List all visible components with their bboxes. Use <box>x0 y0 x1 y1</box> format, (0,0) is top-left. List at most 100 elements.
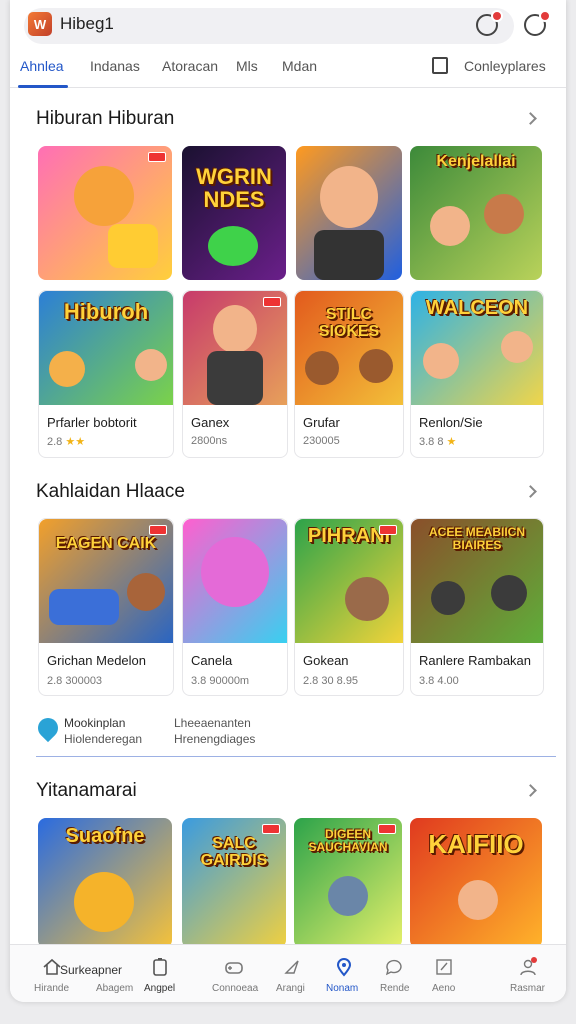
game-card[interactable]: Ganex 2800ns <box>182 290 288 458</box>
game-name: Canela <box>191 653 233 668</box>
chevron-right-icon[interactable] <box>524 784 537 797</box>
game-card[interactable]: Hiburoh Prfarler bobtorit 2.8 ★★ <box>38 290 174 458</box>
game-thumbnail: STILC SIOKES <box>295 291 403 405</box>
game-card[interactable]: WALCEON Renlon/Sie 3.8 8 ★ <box>410 290 544 458</box>
game-rating: 2.8 ★★ <box>47 436 86 448</box>
calendar-icon[interactable] <box>432 57 448 74</box>
game-banner: SALC GAIRDIS <box>200 835 268 869</box>
game-badge <box>262 824 280 834</box>
chevron-right-icon[interactable] <box>524 112 537 125</box>
nav-label: Abagem <box>96 983 134 994</box>
game-thumbnail <box>183 291 287 405</box>
tab-ahnlea[interactable]: Ahnlea <box>20 58 64 74</box>
game-tile[interactable]: SALC GAIRDIS <box>182 818 286 948</box>
game-thumbnail: WALCEON <box>411 291 543 405</box>
refresh-icon[interactable] <box>476 10 503 36</box>
game-art <box>314 230 384 280</box>
game-art <box>430 206 470 246</box>
game-art <box>305 351 339 385</box>
game-rating: 3.8 90000m <box>191 675 250 687</box>
nav-item-nonam[interactable]: Nonam <box>320 945 370 1002</box>
game-rating: 2.8 30 8.95 <box>303 675 359 687</box>
profile-icon <box>520 957 537 976</box>
nav-label: Hirande <box>34 983 70 994</box>
divider <box>36 756 556 757</box>
game-rating: 230005 <box>303 435 340 447</box>
game-card[interactable]: ACEE MEABIICN BIAIRES Ranlere Rambakan 3… <box>410 518 544 696</box>
nav-item-aeno[interactable]: Aeno <box>424 945 474 1002</box>
game-thumbnail: PIHRANI <box>295 519 403 643</box>
game-tile[interactable]: Suaofne <box>38 818 172 948</box>
info-title: Mookinplan <box>64 716 126 730</box>
game-art <box>213 305 257 353</box>
nav-label: Angpel <box>144 983 176 994</box>
section-title: Hiburan Hiburan <box>36 108 175 129</box>
game-tile[interactable]: Kenjelallai <box>410 146 542 280</box>
game-banner: Hiburoh <box>63 299 149 325</box>
bottom-nav: Hirande Surkeapner Abagem Angpel Connoea… <box>10 944 566 1002</box>
game-name: Grichan Medelon <box>47 653 146 668</box>
location-icon <box>336 958 352 977</box>
nav-item-abagem[interactable]: Abagem <box>80 945 140 1002</box>
nav-item-arangi[interactable]: Arangi <box>268 945 318 1002</box>
game-name: Renlon/Sie <box>419 415 483 430</box>
game-art <box>74 166 134 226</box>
nav-label: Arangi <box>276 983 305 994</box>
game-rating: 2.8 300003 <box>47 675 103 687</box>
tab-conleyplares[interactable]: Conleyplares <box>464 58 546 74</box>
tab-active-indicator <box>18 85 68 88</box>
game-badge <box>378 824 396 834</box>
info-detail: Lheeaenanten <box>174 716 251 730</box>
game-banner: ACEE MEABIICN BIAIRES <box>428 525 525 553</box>
game-art <box>345 577 389 621</box>
info-row[interactable]: Mookinplan Hiolenderegan Lheeaenanten Hr… <box>10 706 566 760</box>
game-thumbnail: Hiburoh <box>39 291 173 405</box>
game-tile[interactable] <box>296 146 402 280</box>
notification-icon[interactable] <box>524 10 551 36</box>
tab-mls[interactable]: Mls <box>236 58 258 74</box>
game-banner: Suaofne <box>65 824 145 847</box>
tab-atoracan[interactable]: Atoracan <box>162 58 218 74</box>
game-name: Ranlere Rambakan <box>419 653 532 668</box>
game-art <box>49 351 85 387</box>
location-pin-icon <box>33 713 63 743</box>
tab-bar: Ahnlea Indanas Atoracan Mls Mdan Conleyp… <box>10 48 566 88</box>
gamepad-icon <box>225 962 243 974</box>
compass-icon <box>284 960 299 974</box>
home-icon <box>43 958 61 975</box>
game-thumbnail: ACEE MEABIICN BIAIRES <box>411 519 543 643</box>
nav-item-angpel[interactable]: Angpel <box>140 945 190 1002</box>
nav-label: Rasmar <box>510 983 546 994</box>
game-art <box>127 573 165 611</box>
game-art <box>201 537 269 607</box>
tab-indanas[interactable]: Indanas <box>90 58 140 74</box>
game-art <box>49 589 119 625</box>
game-banner: Kenjelallai <box>436 153 516 171</box>
chat-icon <box>385 959 402 976</box>
game-tile[interactable] <box>38 146 172 280</box>
game-rating: 3.8 4.00 <box>419 675 459 687</box>
tab-mdan[interactable]: Mdan <box>282 58 317 74</box>
game-art <box>135 349 167 381</box>
game-rating: 2800ns <box>191 435 228 447</box>
nav-item-rende[interactable]: Rende <box>372 945 422 1002</box>
nav-item-connoeaa[interactable]: Connoeaa <box>206 945 266 1002</box>
game-name: Gokean <box>303 653 349 668</box>
game-art <box>359 349 393 383</box>
game-art <box>458 880 498 920</box>
game-card[interactable]: EAGEN CAIK Grichan Medelon 2.8 300003 <box>38 518 174 696</box>
game-name: Ganex <box>191 415 230 430</box>
game-card[interactable]: PIHRANI Gokean 2.8 30 8.95 <box>294 518 404 696</box>
app-logo-icon: W <box>28 12 52 36</box>
nav-item-rasmar[interactable]: Rasmar <box>504 945 560 1002</box>
info-subtitle: Hiolenderegan <box>64 732 143 746</box>
chevron-right-icon[interactable] <box>524 485 537 498</box>
game-tile[interactable]: WGRIN NDES <box>182 146 286 280</box>
game-tile[interactable]: KAIFIIO <box>410 818 542 948</box>
game-tile[interactable]: DIGEEN SAUCHAVIAN <box>294 818 402 948</box>
game-card[interactable]: STILC SIOKES Grufar 230005 <box>294 290 404 458</box>
notification-dot <box>539 10 551 22</box>
game-card[interactable]: Canela 3.8 90000m <box>182 518 288 696</box>
nav-label: Rende <box>380 983 410 994</box>
game-art <box>431 581 465 615</box>
